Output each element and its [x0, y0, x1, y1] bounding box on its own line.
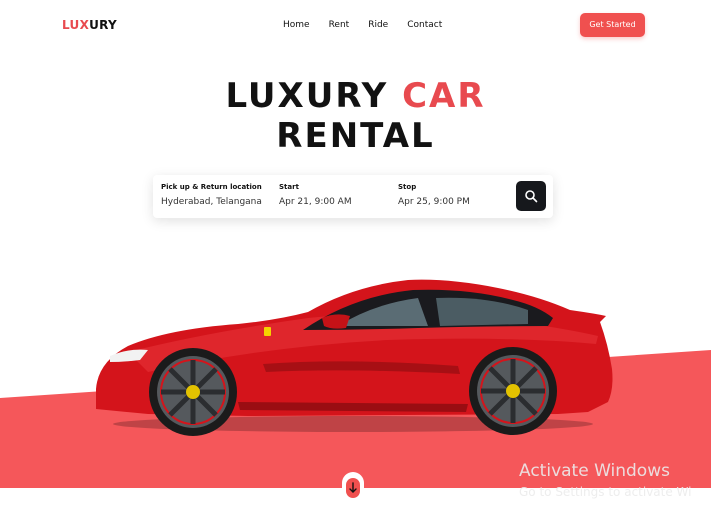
- search-icon: [525, 190, 538, 203]
- hero-title-car: CAR: [402, 76, 486, 116]
- stop-field[interactable]: Stop Apr 25, 9:00 PM: [398, 183, 470, 207]
- stop-label: Stop: [398, 183, 417, 191]
- start-field[interactable]: Start Apr 21, 9:00 AM: [279, 183, 352, 207]
- hero-title-line1: LUXURY CAR: [0, 76, 711, 116]
- location-label: Pick up & Return location: [161, 183, 262, 191]
- location-field[interactable]: Pick up & Return location Hyderabad, Tel…: [161, 183, 262, 207]
- start-label: Start: [279, 183, 299, 191]
- activate-windows-watermark-title: Activate Windows: [519, 461, 670, 481]
- stop-value[interactable]: Apr 25, 9:00 PM: [398, 197, 470, 207]
- scroll-down-button[interactable]: [342, 472, 364, 502]
- arrow-down-icon: [349, 482, 357, 493]
- location-value[interactable]: Hyderabad, Telangana: [161, 197, 262, 207]
- search-button[interactable]: [516, 181, 546, 211]
- red-sports-car-image: [96, 279, 613, 436]
- activate-windows-watermark-subtitle: Go to Settings to activate Wi: [519, 485, 692, 499]
- start-value[interactable]: Apr 21, 9:00 AM: [279, 197, 352, 207]
- hero-title-luxury: LUXURY: [225, 76, 389, 116]
- hero-title-line2: RENTAL: [276, 116, 435, 156]
- booking-search-card: Pick up & Return location Hyderabad, Tel…: [153, 175, 553, 218]
